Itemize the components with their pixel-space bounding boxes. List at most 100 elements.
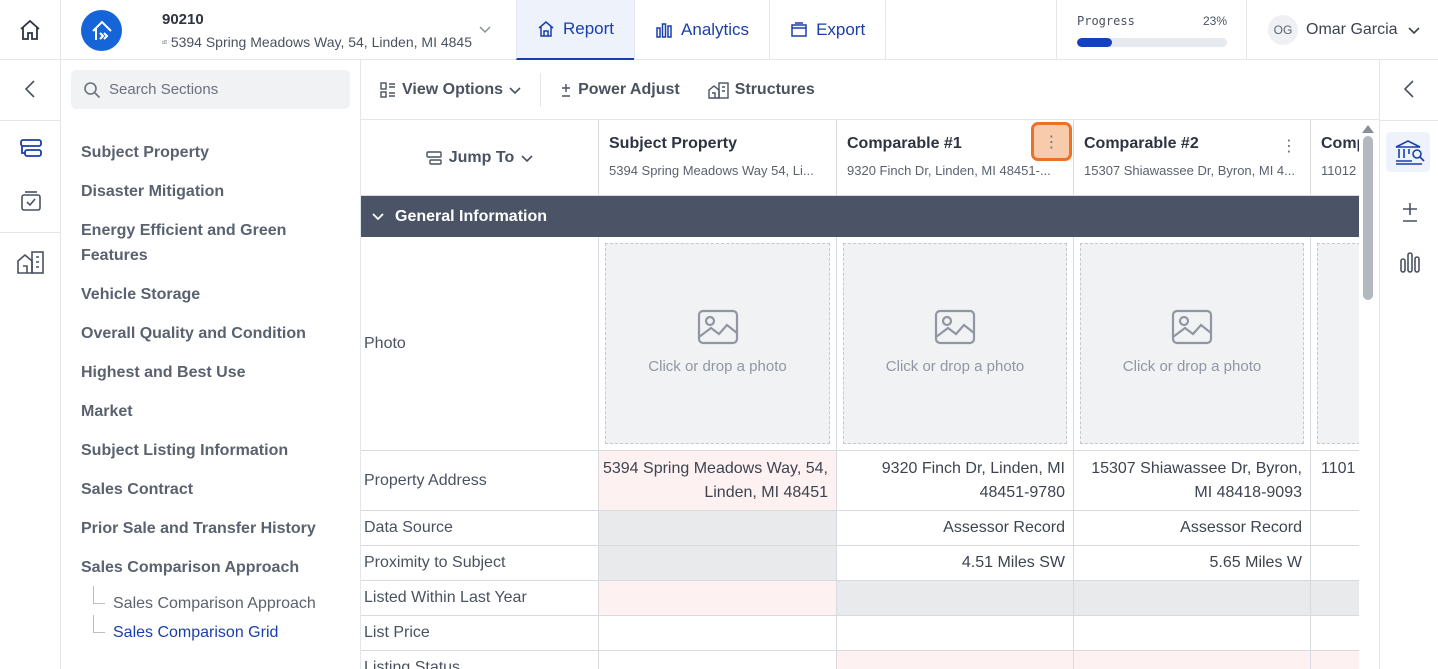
view-options-button[interactable]: View Options — [361, 72, 540, 108]
grid-toolbar: View Options Power Adjust Structures — [361, 60, 1379, 120]
jump-to-icon — [426, 150, 442, 165]
column-more-button[interactable]: ⋮ — [1031, 122, 1072, 161]
progress-bar-fill — [1077, 38, 1112, 47]
subject-listed-within-cell[interactable] — [599, 581, 837, 616]
rail-buildings-button[interactable] — [0, 249, 61, 275]
row-label-listing-status: Listing Status — [361, 651, 599, 669]
comp3-proximity-cell[interactable] — [1311, 546, 1359, 581]
photo-dropzone[interactable]: Click or drop a photo — [1080, 243, 1304, 444]
nav-item[interactable]: Energy Efficient and Green Features — [81, 218, 341, 268]
nav-item[interactable]: Sales Contract — [81, 477, 341, 502]
comp1-data-source-cell[interactable]: Assessor Record — [837, 511, 1074, 546]
tab-report[interactable]: Report — [516, 0, 635, 60]
nav-item[interactable]: Subject Listing Information — [81, 438, 341, 463]
nav-item[interactable]: Market — [81, 399, 341, 424]
rail-sections-button[interactable] — [0, 136, 61, 162]
bar-chart-icon — [656, 23, 672, 38]
tab-export-label: Export — [816, 20, 866, 39]
subject-list-price-cell[interactable] — [599, 616, 837, 651]
file-switch-chevron-icon[interactable] — [478, 22, 492, 40]
rail-checklist-button[interactable] — [0, 189, 61, 213]
column-more-button[interactable]: ⋮ — [1276, 132, 1302, 160]
section-nav: Subject Property Disaster Mitigation Ene… — [81, 140, 341, 652]
column-subtitle: 9320 Finch Dr, Linden, MI 48451-... — [847, 163, 1051, 178]
row-label-data-source: Data Source — [361, 511, 599, 546]
comp2-proximity-cell[interactable]: 5.65 Miles W — [1074, 546, 1311, 581]
user-name: Omar Garcia — [1306, 21, 1398, 38]
plus-minus-icon — [1402, 203, 1417, 222]
view-options-label: View Options — [402, 80, 504, 98]
nav-item[interactable]: Vehicle Storage — [81, 282, 341, 307]
collapse-sidebar-button[interactable] — [0, 78, 61, 100]
rail-property-search-button[interactable] — [1380, 138, 1438, 166]
app-logo — [81, 10, 122, 51]
nav-item[interactable]: Overall Quality and Condition — [81, 321, 341, 346]
right-rail — [1379, 60, 1438, 669]
comp1-listed-within-cell — [837, 581, 1074, 616]
nav-item[interactable]: Prior Sale and Transfer History — [81, 516, 341, 541]
nav-item[interactable]: Sales Comparison Approach — [81, 555, 341, 580]
comp3-listing-status-cell[interactable] — [1311, 651, 1359, 669]
search-icon — [84, 81, 101, 98]
grid-scrollbar[interactable] — [1359, 120, 1379, 669]
left-rail — [0, 60, 61, 669]
chevron-down-icon — [1408, 27, 1420, 35]
jump-to-label: Jump To — [448, 148, 515, 166]
home-button[interactable] — [0, 0, 61, 60]
row-label-proximity: Proximity to Subject — [361, 546, 599, 581]
comp1-proximity-cell[interactable]: 4.51 Miles SW — [837, 546, 1074, 581]
subject-data-source-cell — [599, 511, 837, 546]
tab-analytics[interactable]: Analytics — [634, 0, 769, 60]
rail-divider — [1380, 120, 1438, 121]
tab-export[interactable]: Export — [769, 0, 887, 60]
subject-address-cell[interactable]: 5394 Spring Meadows Way, 54, Linden, MI … — [599, 451, 837, 511]
photo-dropzone[interactable]: Click or drop a photo — [843, 243, 1067, 444]
comp2-list-price-cell[interactable] — [1074, 616, 1311, 651]
scrollbar-thumb[interactable] — [1363, 136, 1373, 300]
photo-dropzone[interactable] — [1317, 243, 1359, 444]
rail-analytics-button[interactable] — [1380, 250, 1438, 274]
nav-subitem[interactable]: Sales Comparison Approach — [81, 586, 341, 623]
collapse-right-panel-button[interactable] — [1380, 78, 1438, 100]
nav-item[interactable]: Highest and Best Use — [81, 360, 341, 385]
comp3-listed-within-cell — [1311, 581, 1359, 616]
bank-search-icon — [1395, 140, 1425, 165]
section-header-general-information[interactable]: General Information — [361, 196, 1359, 237]
scroll-up-arrow-icon[interactable] — [1362, 125, 1374, 133]
comp1-list-price-cell[interactable] — [837, 616, 1074, 651]
comp2-listing-status-cell[interactable] — [1074, 651, 1311, 669]
chevron-down-icon — [509, 86, 521, 94]
nav-item[interactable]: Disaster Mitigation — [81, 179, 341, 204]
photo-dropzone[interactable]: Click or drop a photo — [605, 243, 830, 444]
power-adjust-label: Power Adjust — [578, 80, 680, 98]
rail-adjust-button[interactable] — [1380, 200, 1438, 224]
comp2-address-cell[interactable]: 15307 Shiawassee Dr, Byron, MI 48418-909… — [1074, 451, 1311, 511]
comp3-address-cell[interactable]: 1101 — [1311, 451, 1359, 511]
file-address[interactable]: 5394 Spring Meadows Way, 54, Linden, MI … — [162, 34, 472, 50]
search-input[interactable] — [109, 81, 339, 98]
comp3-data-source-cell[interactable] — [1311, 511, 1359, 546]
avatar: OG — [1268, 15, 1298, 45]
jump-to-button[interactable]: Jump To — [361, 120, 599, 196]
row-label-property-address: Property Address — [361, 451, 599, 511]
column-header-comparable-3: Comp 11012 — [1311, 120, 1359, 196]
nav-item[interactable]: Subject Property — [81, 140, 341, 165]
tree-connector — [93, 586, 105, 604]
structures-button[interactable]: Structures — [698, 72, 833, 108]
comp1-listing-status-cell[interactable] — [837, 651, 1074, 669]
subject-listing-status-cell[interactable] — [599, 651, 837, 669]
photo-cell: Click or drop a photo — [599, 237, 837, 451]
nav-subitem-active[interactable]: Sales Comparison Grid — [81, 615, 341, 652]
comp3-list-price-cell[interactable] — [1311, 616, 1359, 651]
progress-percent: 23% — [1202, 14, 1227, 28]
user-menu[interactable]: OG Omar Garcia — [1268, 15, 1422, 45]
power-adjust-button[interactable]: Power Adjust — [541, 72, 698, 108]
search-box[interactable] — [71, 70, 350, 109]
file-address-text: 5394 Spring Meadows Way, 54, Linden, MI … — [170, 34, 472, 50]
more-vertical-icon: ⋮ — [1281, 138, 1297, 155]
comparison-grid: Jump To Subject Property 5394 Spring Mea… — [361, 120, 1359, 669]
comp1-address-cell[interactable]: 9320 Finch Dr, Linden, MI 48451-9780 — [837, 451, 1074, 511]
image-placeholder-icon — [1171, 309, 1213, 344]
nav-subitem-label: Sales Comparison Grid — [113, 624, 279, 641]
comp2-data-source-cell[interactable]: Assessor Record — [1074, 511, 1311, 546]
